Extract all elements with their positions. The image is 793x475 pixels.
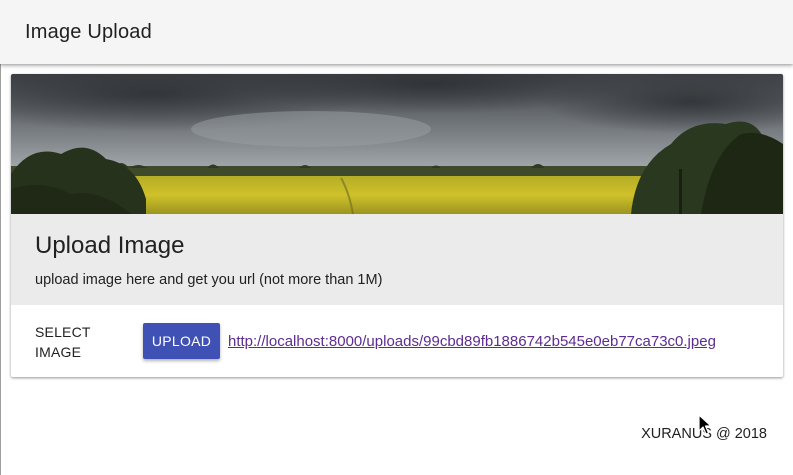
banner-image	[11, 74, 783, 214]
mouse-pointer-icon	[698, 414, 712, 435]
uploaded-url-link[interactable]: http://localhost:8000/uploads/99cbd89fb1…	[228, 332, 716, 352]
app-bar: Image Upload	[0, 0, 793, 64]
card-title: Upload Image	[35, 232, 185, 259]
card-subtitle: upload image here and get you url (not m…	[35, 272, 383, 288]
window-edge	[0, 0, 1, 475]
select-image-button[interactable]: SELECT IMAGE	[35, 322, 131, 362]
upload-card: Upload Image upload image here and get y…	[11, 74, 783, 377]
card-header: Upload Image upload image here and get y…	[11, 214, 783, 305]
upload-button[interactable]: UPLOAD	[143, 323, 220, 359]
card-actions: SELECT IMAGE UPLOAD http://localhost:800…	[11, 305, 783, 377]
app-title: Image Upload	[25, 21, 152, 43]
